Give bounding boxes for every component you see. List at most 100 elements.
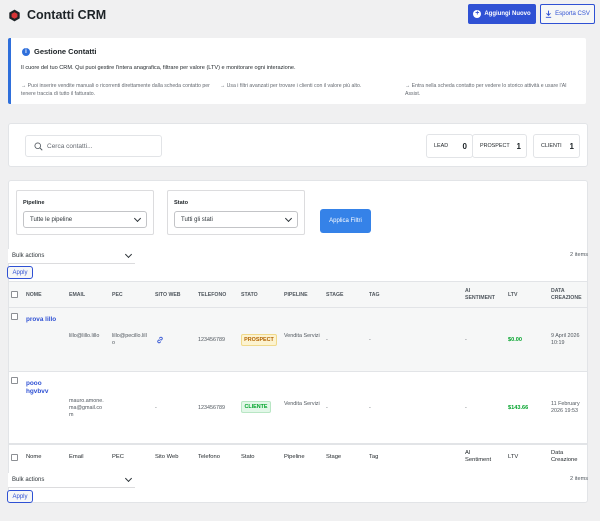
contact-tag: - (369, 337, 371, 343)
contact-created-date: 9 April 2026 10:19 (551, 333, 580, 346)
column-footer-stage[interactable]: Stage (326, 454, 341, 461)
row-checkbox[interactable] (11, 313, 18, 320)
contact-tag: - (369, 405, 371, 411)
contact-created-date: 11 February 2026 19:53 (551, 401, 580, 414)
info-tip: → Puoi inserire vendite manuali o ricorr… (21, 83, 210, 97)
contact-ltv: $143.66 (508, 405, 529, 411)
column-footer-stato[interactable]: Stato (241, 454, 255, 461)
column-header-telefono[interactable]: TELEFONO (198, 292, 226, 299)
column-header-data-creazione[interactable]: DATA CREAZIONE (551, 288, 583, 302)
info-tip: → Usa i filtri avanzati per trovare i cl… (220, 83, 362, 89)
stato-filter: Stato Tutti gli stati (167, 190, 305, 235)
chevron-down-icon (284, 214, 293, 222)
stato-select[interactable]: Tutti gli stati (174, 211, 298, 228)
stat-lead-count: 0 (462, 141, 467, 151)
contact-phone: 123456789 (198, 337, 225, 343)
column-header-pec[interactable]: PEC (112, 292, 123, 299)
column-header-ai-sentiment[interactable]: AI SENTIMENT (465, 288, 495, 302)
column-footer-email[interactable]: Email (69, 454, 84, 461)
column-footer-nome[interactable]: Nome (26, 454, 41, 461)
table-row (9, 308, 587, 372)
stato-select-value: Tutti gli stati (181, 216, 213, 223)
apply-bulk-button-bottom[interactable]: Apply (7, 490, 33, 503)
search-box[interactable] (25, 135, 162, 157)
column-header-sito-web[interactable]: SITO WEB (155, 292, 181, 299)
stat-clienti[interactable]: CLIENTI 1 (533, 134, 580, 158)
chevron-down-icon (124, 250, 133, 259)
crm-logo-icon (9, 9, 20, 22)
apply-bulk-button-top[interactable]: Apply (7, 266, 33, 279)
chevron-down-icon (124, 474, 133, 483)
contact-stage: - (326, 405, 328, 411)
pipeline-filter-label: Pipeline (23, 200, 45, 206)
select-all-checkbox-footer[interactable] (11, 454, 18, 461)
column-footer-pipeline[interactable]: Pipeline (284, 454, 305, 461)
column-header-ltv[interactable]: LTV (508, 292, 517, 299)
stat-prospect-label: PROSPECT (480, 143, 510, 149)
stat-clienti-label: CLIENTI (541, 143, 562, 149)
download-icon (545, 10, 552, 18)
info-panel: i Gestione Contatti Il cuore del tuo CRM… (8, 38, 586, 104)
chevron-down-icon (133, 214, 142, 222)
info-title: Gestione Contatti (34, 47, 97, 56)
info-icon: i (22, 48, 30, 56)
contact-pipeline: Vendita Servizi (284, 401, 320, 407)
stat-lead[interactable]: LEAD 0 (426, 134, 473, 158)
row-checkbox[interactable] (11, 377, 18, 384)
column-footer-ltv[interactable]: LTV (508, 454, 518, 461)
bulk-actions-label: Bulk actions (12, 253, 45, 259)
stat-lead-label: LEAD (434, 143, 449, 149)
bulk-actions-label: Bulk actions (12, 477, 45, 483)
column-header-stage[interactable]: STAGE (326, 292, 343, 299)
contact-name-link[interactable]: pooo hgvbvv (26, 380, 56, 396)
search-icon (34, 142, 43, 151)
stat-prospect-count: 1 (516, 141, 521, 151)
contact-name-link[interactable]: prova lillo (26, 316, 66, 324)
items-count-top: 2 items (570, 252, 589, 258)
column-footer-sito-web[interactable]: Sito Web (155, 454, 178, 461)
items-count-bottom: 2 items (570, 476, 589, 482)
pipeline-select-value: Tutte le pipeline (30, 216, 73, 223)
status-badge: PROSPECT (241, 334, 277, 346)
apply-filters-button[interactable]: Applica Filtri (320, 209, 371, 233)
contact-pipeline: Vendita Servizi (284, 333, 320, 339)
bulk-actions-select-top[interactable]: Bulk actions (8, 249, 135, 264)
stat-clienti-count: 1 (569, 141, 574, 151)
contact-stage: - (326, 337, 328, 343)
column-footer-tag[interactable]: Tag (369, 454, 378, 461)
pipeline-filter: Pipeline Tutte le pipeline (16, 190, 154, 235)
add-new-button[interactable]: + Aggiungi Nuovo (468, 4, 536, 24)
contact-phone: 123456789 (198, 405, 225, 411)
contact-pec: lillo@pecillo.lillo (112, 333, 147, 346)
column-header-tag[interactable]: TAG (369, 292, 380, 299)
contact-sentiment: - (465, 337, 467, 343)
contact-email: lillo@lillo.lillo (69, 333, 100, 339)
export-csv-label: Esporta CSV (555, 11, 590, 17)
column-header-stato[interactable]: STATO (241, 292, 258, 299)
search-input[interactable] (47, 141, 157, 152)
contact-website: - (155, 405, 157, 411)
link-icon[interactable] (156, 336, 164, 344)
column-footer-data-creazione[interactable]: Data Creazione (551, 450, 583, 464)
stato-filter-label: Stato (174, 200, 188, 206)
page-title: Contatti CRM (27, 8, 107, 22)
info-tip: → Entra nella scheda contatto per vedere… (405, 83, 567, 97)
plus-icon: + (473, 10, 482, 18)
info-description: Il cuore del tuo CRM. Qui puoi gestire l… (21, 65, 296, 71)
contact-ltv: $0.00 (508, 337, 522, 343)
stat-prospect[interactable]: PROSPECT 1 (472, 134, 527, 158)
column-header-email[interactable]: EMAIL (69, 292, 85, 299)
column-header-pipeline[interactable]: PIPELINE (284, 292, 308, 299)
bulk-actions-select-bottom[interactable]: Bulk actions (8, 473, 135, 488)
column-footer-ai-sentiment[interactable]: AI Sentiment (465, 450, 495, 464)
add-new-label: Aggiungi Nuovo (484, 11, 531, 17)
contact-email: mauro.amone.ma@gmail.com (69, 398, 104, 418)
export-csv-button[interactable]: Esporta CSV (540, 4, 595, 24)
select-all-checkbox[interactable] (11, 291, 18, 298)
column-header-nome[interactable]: NOME (26, 292, 42, 299)
column-footer-pec[interactable]: PEC (112, 454, 124, 461)
search-panel: LEAD 0 PROSPECT 1 CLIENTI 1 (8, 123, 588, 167)
column-footer-telefono[interactable]: Telefono (198, 454, 220, 461)
pipeline-select[interactable]: Tutte le pipeline (23, 211, 147, 228)
status-badge: CLIENTE (241, 401, 271, 413)
